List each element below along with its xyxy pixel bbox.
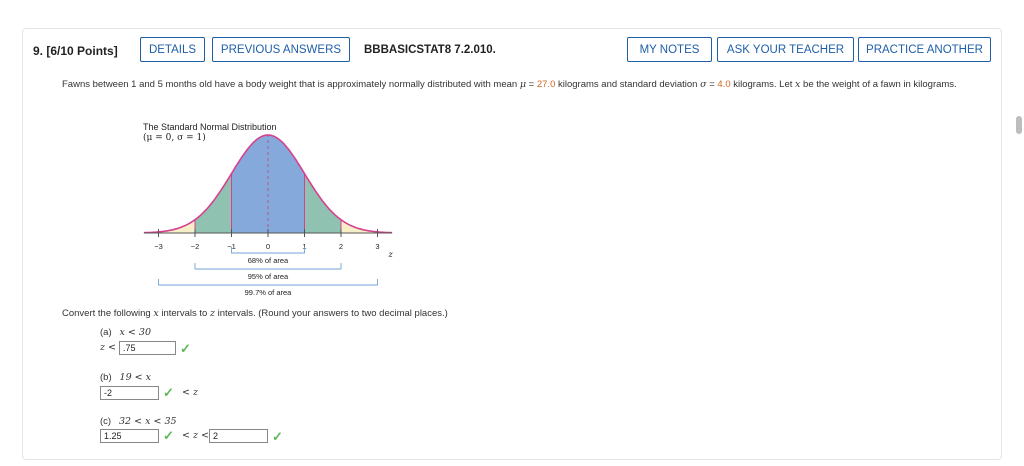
normal-distribution-figure: The Standard Normal Distribution (μ = 0,… [138, 118, 398, 308]
tick-label: −3 [154, 242, 163, 251]
question-header: 9. [6/10 Points] DETAILS PREVIOUS ANSWER… [22, 28, 1000, 73]
tick-label: 2 [339, 242, 343, 251]
tick-label: −2 [191, 242, 200, 251]
ask-your-teacher-button[interactable]: ASK YOUR TEACHER [717, 37, 854, 62]
mean-value: 27.0 [536, 79, 556, 90]
check-icon: ✓ [272, 429, 283, 444]
practice-another-button[interactable]: PRACTICE ANOTHER [858, 37, 991, 62]
tick-label: 0 [266, 242, 270, 251]
area-997-label: 99.7% of area [245, 288, 293, 297]
part-c-middle: < z < [182, 430, 209, 441]
part-a-label: (a) x < 30 [100, 327, 151, 338]
details-button[interactable]: DETAILS [140, 37, 205, 62]
part-a-prefix: z < [100, 342, 116, 353]
axis-variable-label: z [387, 250, 393, 259]
part-c-label: (c) 32 < x < 35 [100, 416, 177, 427]
sd-value: 4.0 [717, 79, 731, 90]
part-c-answer1-input[interactable]: 1.25 [100, 429, 159, 443]
my-notes-button[interactable]: MY NOTES [627, 37, 712, 62]
check-icon: ✓ [163, 428, 174, 443]
scrollbar-thumb[interactable] [1016, 116, 1022, 134]
previous-answers-button[interactable]: PREVIOUS ANSWERS [212, 37, 350, 62]
question-code: BBBASICSTAT8 7.2.010. [364, 44, 496, 56]
area-68-label: 68% of area [248, 256, 289, 265]
part-b-answer-input[interactable]: -2 [100, 386, 159, 400]
normal-curve-chart: −3 −2 −1 0 1 2 3z68% of area95% of area99.7% o… [143, 134, 393, 297]
instructions: Convert the following x intervals to z i… [62, 308, 448, 319]
part-b-suffix: < z [182, 387, 198, 398]
check-icon: ✓ [163, 385, 174, 400]
part-a-answer-input[interactable]: .75 [119, 341, 176, 355]
question-number: 9. [6/10 Points] [33, 44, 118, 58]
part-b-label: (b) 19 < x [100, 372, 151, 383]
area-95-label: 95% of area [248, 272, 289, 281]
problem-statement: Fawns between 1 and 5 months old have a … [62, 79, 957, 90]
check-icon: ✓ [180, 341, 191, 356]
part-c-answer2-input[interactable]: 2 [209, 429, 268, 443]
tick-label: 3 [375, 242, 379, 251]
